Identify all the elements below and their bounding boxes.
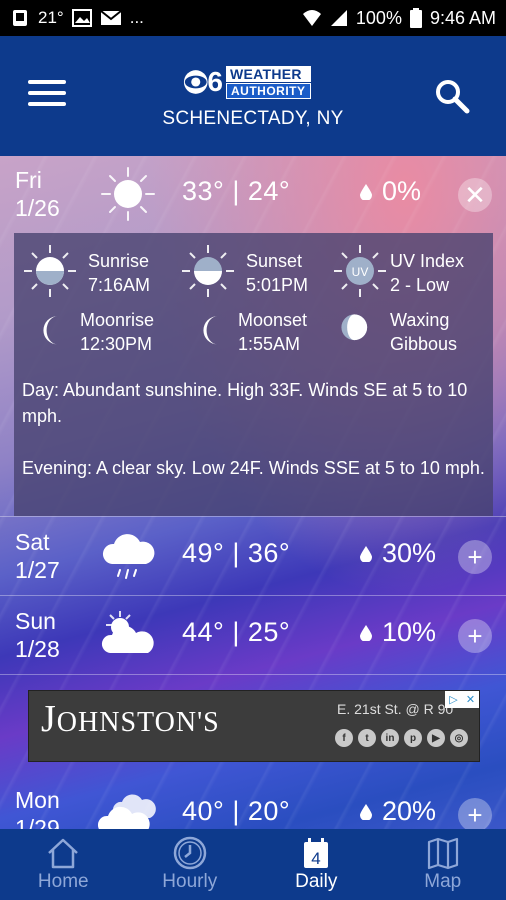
calendar-icon: 4 [304,838,329,868]
ad-choices-badge[interactable]: ▷ ✕ [445,691,479,708]
battery-percent: 100% [355,7,402,28]
logo-number: 6 [207,66,223,97]
ad-brand: JOHNSTON'S [41,698,220,740]
day-label: Sat 1/27 [15,529,60,583]
youtube-icon: ▶ [427,729,445,747]
expand-button[interactable]: + [458,798,492,829]
sunrise-info: Sunrise 7:16AM [22,243,172,303]
mail-icon [100,10,122,25]
notification-icon [13,10,27,26]
sunset-icon [182,245,234,297]
advertisement-banner[interactable]: JOHNSTON'S E. 21st St. @ R 90 f t in p ▶… [28,690,480,762]
sunny-icon [101,167,155,221]
facebook-icon: f [335,729,353,747]
expand-button[interactable]: + [458,540,492,574]
sunrise-icon [24,245,76,297]
cbs-eye-logo: 6 [183,66,223,98]
bottom-navigation: Home Hourly 4 Daily Map [0,829,506,900]
precipitation: 20% [360,796,436,827]
evening-description: Evening: A clear sky. Low 24F. Winds SSE… [22,458,485,478]
status-more: ... [129,8,144,27]
svg-text:UV: UV [352,265,369,279]
raindrop-icon [360,803,372,820]
cloudy-icon [98,794,156,829]
moonset-icon [203,316,218,345]
day-row-sun[interactable]: Sun 1/28 44° | 25° 10% + [0,597,506,675]
collapse-button[interactable]: ✕ [458,178,492,212]
temperature-range: 40° | 20° [182,796,291,826]
map-icon [427,837,458,870]
nav-home[interactable]: Home [0,829,127,900]
nav-map[interactable]: Map [380,829,506,900]
pinterest-icon: p [404,729,422,747]
precipitation: 30% [360,538,436,569]
status-time: 9:46 AM [429,7,496,28]
clock-icon [173,836,206,870]
precipitation: 0% [360,176,421,207]
waxing-gibbous-icon [341,314,368,341]
logo-line-1: WEATHER [226,65,311,82]
ad-choices-icon: ▷ [445,691,462,708]
temperature-range: 44° | 25° [182,617,291,647]
location-title[interactable]: SCHENECTADY, NY [0,108,506,130]
menu-button[interactable] [28,80,66,110]
ad-social-icons: f t in p ▶ ◎ [335,729,468,747]
day-label: Fri 1/26 [15,167,60,221]
linkedin-icon: in [381,729,399,747]
uv-index-info: UV UV Index 2 - Low [332,243,482,303]
instagram-icon: ◎ [450,729,468,747]
day-row-mon[interactable]: Mon 1/29 40° | 20° 20% + [0,776,506,829]
status-bar: 21° ... 100% 9:46 AM [0,0,506,36]
search-icon[interactable] [434,78,470,114]
moon-phase-info: Waxing Gibbous [340,310,490,373]
ad-address: E. 21st St. @ R 90 [337,701,454,717]
logo-line-2: AUTHORITY [226,82,311,99]
temperature-range: 33° | 24° [182,176,291,206]
raindrop-icon [360,183,372,200]
partly-cloudy-icon [101,611,154,653]
raindrop-icon [360,545,372,562]
day-label: Mon 1/29 [15,787,60,829]
moonrise-icon [43,316,58,345]
day-row-fri[interactable]: Fri 1/26 33° | 24° 0% ✕ Sunrise 7:16AM S… [0,156,506,517]
rain-cloud-icon [102,534,155,579]
twitter-icon: t [358,729,376,747]
day-row-sat[interactable]: Sat 1/27 49° | 36° 30% + [0,518,506,596]
station-logo: 6 WEATHER AUTHORITY [183,65,323,99]
expand-button[interactable]: + [458,619,492,653]
status-temp: 21° [38,8,64,27]
precipitation: 10% [360,617,436,648]
app-header: 6 WEATHER AUTHORITY SCHENECTADY, NY [0,36,506,156]
moonset-info: Moonset 1:55AM [194,310,344,373]
wifi-icon [302,10,321,26]
day-description: Day: Abundant sunshine. High 33F. Winds … [22,380,468,426]
moonrise-info: Moonrise 12:30PM [34,310,184,373]
day-label: Sun 1/28 [15,608,60,662]
svg-text:4: 4 [312,849,321,868]
sunset-info: Sunset 5:01PM [180,243,330,303]
menu-icon [28,80,66,84]
home-icon [48,838,79,869]
nav-hourly[interactable]: Hourly [127,829,254,900]
battery-icon [409,8,422,28]
raindrop-icon [360,624,372,641]
signal-icon [330,10,347,26]
image-icon [71,9,92,27]
uv-index-icon: UV [334,245,386,297]
temperature-range: 49° | 36° [182,538,291,568]
nav-daily[interactable]: 4 Daily [253,829,380,900]
day-detail-panel: Sunrise 7:16AM Sunset 5:01PM UV UV Index 2 … [14,233,493,516]
daily-forecast-list[interactable]: Fri 1/26 33° | 24° 0% ✕ Sunrise 7:16AM S… [0,156,506,829]
ad-close-icon[interactable]: ✕ [462,691,479,708]
